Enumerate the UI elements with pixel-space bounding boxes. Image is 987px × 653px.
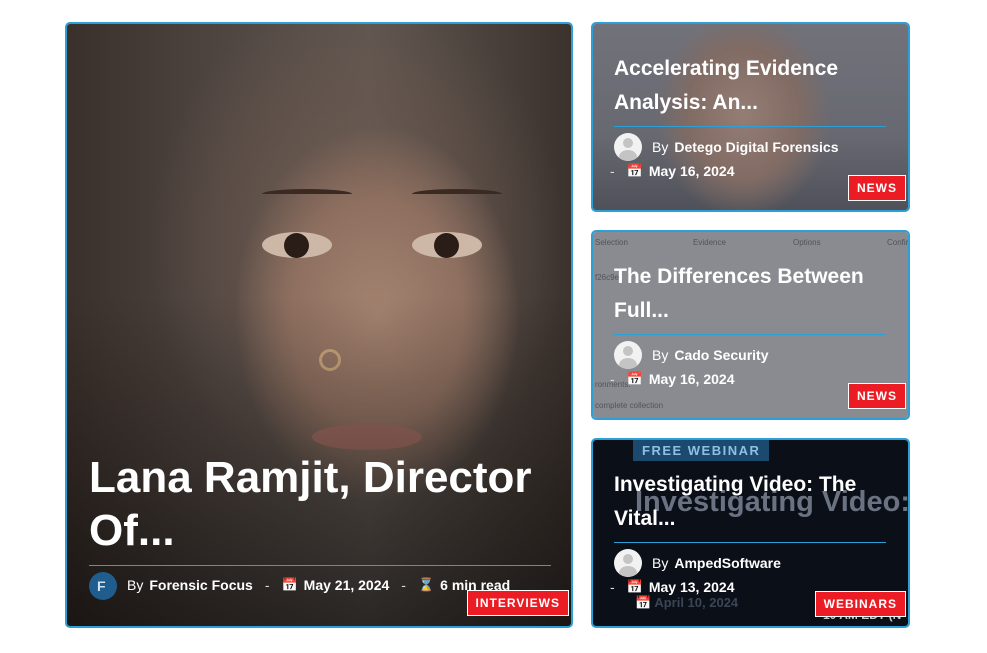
calendar-icon: 📅 — [626, 163, 643, 178]
webinar-tag: FREE WEBINAR — [633, 440, 770, 461]
article-card[interactable]: Accelerating Evidence Analysis: An... By… — [591, 22, 910, 212]
author-link[interactable]: Cado Security — [674, 347, 768, 363]
webinar-date: 📅 April 10, 2024 — [635, 595, 738, 611]
author-prefix: By — [652, 555, 669, 571]
featured-article-card[interactable]: Lana Ramjit, Director Of... F By Forensi… — [65, 22, 573, 628]
category-badge[interactable]: NEWS — [848, 175, 906, 201]
calendar-icon: 📅 — [626, 371, 643, 386]
article-date: May 21, 2024 — [303, 577, 390, 593]
article-meta: By Forensic Focus - 📅 May 21, 2024 - ⌛ 6… — [127, 577, 510, 593]
category-badge[interactable]: WEBINARS — [814, 591, 906, 617]
author-avatar[interactable]: F — [89, 572, 117, 600]
article-title[interactable]: The Differences Between Full... — [614, 260, 894, 328]
author-link[interactable]: Detego Digital Forensics — [674, 139, 838, 155]
webinar-date-text: April 10, 2024 — [654, 595, 739, 610]
article-date: May 13, 2024 — [648, 579, 735, 595]
divider — [89, 565, 551, 566]
forensic-focus-logo-icon: F — [97, 578, 106, 594]
meta-separator: - — [401, 577, 406, 593]
meta-separator: - — [610, 371, 615, 387]
divider — [614, 334, 886, 335]
article-card[interactable]: Selection Evidence Options Confirma f26c… — [591, 230, 910, 420]
author-link[interactable]: AmpedSoftware — [674, 555, 781, 571]
article-meta: By AmpedSoftware — [652, 555, 781, 571]
category-badge[interactable]: INTERVIEWS — [466, 590, 569, 616]
author-link[interactable]: Forensic Focus — [149, 577, 252, 593]
background-text: Evidence — [693, 238, 726, 247]
article-title[interactable]: Investigating Video: The Vital... — [614, 468, 894, 536]
article-meta-date: - 📅 May 16, 2024 — [610, 371, 734, 387]
hourglass-icon: ⌛ — [417, 577, 435, 592]
category-badge[interactable]: NEWS — [848, 383, 906, 409]
meta-separator: - — [264, 577, 270, 593]
author-prefix: By — [127, 577, 144, 593]
author-avatar[interactable] — [614, 549, 642, 577]
author-avatar[interactable] — [614, 133, 642, 161]
calendar-icon: 📅 — [626, 579, 643, 594]
article-meta: By Cado Security — [652, 347, 768, 363]
article-title[interactable]: Accelerating Evidence Analysis: An... — [614, 52, 894, 120]
background-text: Confirma — [887, 238, 909, 247]
author-prefix: By — [652, 139, 669, 155]
article-meta-date: - 📅 May 13, 2024 — [610, 579, 734, 595]
article-meta-date: - 📅 May 16, 2024 — [610, 163, 734, 179]
article-date: May 16, 2024 — [648, 371, 735, 387]
calendar-icon: 📅 — [635, 595, 652, 610]
author-prefix: By — [652, 347, 669, 363]
article-date: May 16, 2024 — [648, 163, 735, 179]
divider — [614, 542, 886, 543]
article-meta: By Detego Digital Forensics — [652, 139, 839, 155]
article-card[interactable]: FREE WEBINAR Investigating Video: The Vi… — [591, 438, 910, 628]
meta-separator: - — [610, 163, 615, 179]
background-text: Selection — [595, 238, 628, 247]
meta-separator: - — [610, 579, 615, 595]
divider — [614, 126, 886, 127]
author-avatar[interactable] — [614, 341, 642, 369]
calendar-icon: 📅 — [281, 577, 298, 592]
background-text: Options — [793, 238, 821, 247]
background-text: complete collection — [595, 401, 664, 410]
featured-article-title[interactable]: Lana Ramjit, Director Of... — [89, 451, 549, 557]
